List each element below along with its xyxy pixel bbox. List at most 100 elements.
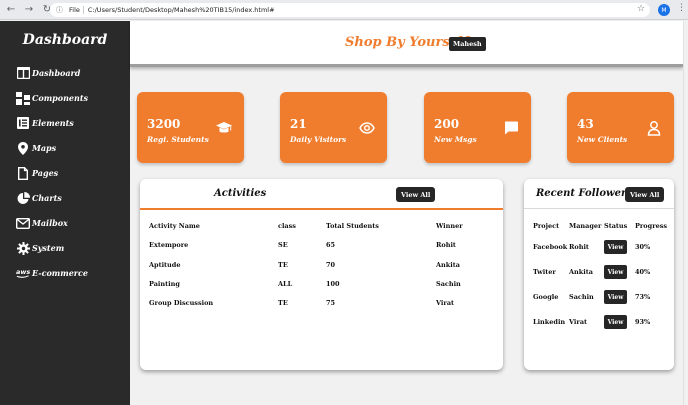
follower-progress: 40% bbox=[635, 268, 651, 276]
components-icon bbox=[16, 91, 30, 105]
follower-project: Twiter bbox=[533, 268, 556, 276]
aws-icon: aws bbox=[16, 266, 30, 280]
sidebar-item-label: Components bbox=[32, 93, 89, 103]
follower-manager: Rohit bbox=[569, 243, 589, 251]
profile-avatar[interactable]: M bbox=[658, 4, 670, 16]
sidebar-item-e-commerce[interactable]: aws E-commerce bbox=[16, 265, 88, 281]
stat-card-clients[interactable]: 43 New Clients bbox=[567, 92, 674, 163]
activity-name: Group Discussion bbox=[149, 299, 214, 307]
activity-name: Painting bbox=[149, 280, 180, 288]
follower-project: Facebook bbox=[533, 243, 568, 251]
sidebar-item-dashboard[interactable]: Dashboard bbox=[16, 65, 80, 81]
column-header: class bbox=[278, 222, 296, 230]
activities-divider bbox=[140, 208, 503, 210]
status-view-button[interactable]: View bbox=[604, 315, 627, 329]
followers-divider bbox=[524, 208, 674, 209]
stat-label: Regi. Students bbox=[147, 135, 209, 144]
elements-icon bbox=[16, 116, 30, 130]
browser-menu-icon[interactable]: ⋮ bbox=[677, 3, 686, 13]
gear-icon bbox=[16, 241, 30, 255]
sidebar-title: Dashboard bbox=[22, 32, 108, 48]
stat-label: New Msgs bbox=[434, 135, 477, 144]
stat-card-messages[interactable]: 200 New Msgs bbox=[424, 92, 531, 163]
map-pin-icon bbox=[16, 141, 30, 155]
activity-name: Aptitude bbox=[149, 261, 181, 269]
graduation-cap-icon bbox=[216, 122, 232, 133]
activity-class: TE bbox=[278, 261, 288, 269]
stat-label: New Clients bbox=[577, 135, 628, 144]
activity-students: 65 bbox=[326, 241, 336, 249]
column-header: Status bbox=[604, 222, 628, 230]
user-badge[interactable]: Mahesh bbox=[449, 37, 486, 51]
bookmark-star-icon[interactable]: ☆ bbox=[637, 4, 645, 14]
sidebar-item-label: E-commerce bbox=[32, 268, 88, 278]
activities-title: Activities bbox=[214, 188, 267, 199]
sidebar-item-label: System bbox=[32, 243, 65, 253]
sidebar-item-system[interactable]: System bbox=[16, 240, 64, 256]
svg-text:aws: aws bbox=[16, 268, 30, 276]
stat-value: 21 bbox=[290, 117, 307, 131]
activity-winner: Ankita bbox=[436, 261, 460, 269]
activity-students: 100 bbox=[326, 280, 340, 288]
follower-project: Google bbox=[533, 293, 559, 301]
column-header: Activity Name bbox=[149, 222, 200, 230]
activity-students: 70 bbox=[326, 261, 336, 269]
activity-name: Extempore bbox=[149, 241, 189, 249]
activities-view-all-button[interactable]: View All bbox=[396, 187, 436, 202]
address-bar[interactable]: ⓘ File C:/Users/Student/Desktop/Mahesh%2… bbox=[50, 3, 650, 17]
column-header: Winner bbox=[436, 222, 463, 230]
sidebar-item-label: Mailbox bbox=[32, 218, 68, 228]
status-view-button[interactable]: View bbox=[604, 290, 627, 304]
sidebar-item-label: Charts bbox=[32, 193, 62, 203]
stat-label: Daily Visitors bbox=[290, 135, 347, 144]
user-icon bbox=[647, 121, 661, 136]
sidebar-item-components[interactable]: Components bbox=[16, 90, 88, 106]
url-text[interactable]: C:/Users/Student/Desktop/Mahesh%20TIB15/… bbox=[88, 6, 275, 14]
stat-card-visitors[interactable]: 21 Daily Visitors bbox=[280, 92, 387, 163]
follower-progress: 30% bbox=[635, 243, 651, 251]
info-icon[interactable]: ⓘ bbox=[56, 5, 63, 15]
follower-progress: 93% bbox=[635, 318, 651, 326]
page-scrollbar[interactable] bbox=[683, 21, 688, 405]
mailbox-icon bbox=[16, 216, 30, 230]
follower-project: Linkedin bbox=[533, 318, 566, 326]
pie-chart-icon bbox=[16, 191, 30, 205]
pages-icon bbox=[16, 166, 30, 180]
activity-winner: Rohit bbox=[436, 241, 456, 249]
followers-title: Recent Followers bbox=[536, 188, 632, 199]
activity-class: ALL bbox=[278, 280, 293, 288]
file-label: File bbox=[66, 6, 84, 14]
column-header: Manager bbox=[569, 222, 602, 230]
sidebar: Dashboard Dashboard Components Elements … bbox=[0, 21, 130, 405]
followers-panel: Recent Followers View All Project Manage… bbox=[524, 179, 674, 370]
columns-icon bbox=[16, 66, 30, 80]
message-icon bbox=[505, 121, 518, 135]
sidebar-item-label: Dashboard bbox=[32, 68, 81, 78]
back-icon[interactable]: ← bbox=[4, 3, 18, 17]
sidebar-item-charts[interactable]: Charts bbox=[16, 190, 62, 206]
top-header: Shop By Yourself Mahesh bbox=[130, 21, 683, 67]
column-header: Project bbox=[533, 222, 560, 230]
followers-view-all-button[interactable]: View All bbox=[625, 187, 665, 202]
browser-toolbar: ← → ↻ ⓘ File C:/Users/Student/Desktop/Ma… bbox=[0, 0, 688, 20]
stat-value: 200 bbox=[434, 117, 460, 131]
column-header: Progress bbox=[635, 222, 668, 230]
sidebar-item-mailbox[interactable]: Mailbox bbox=[16, 215, 68, 231]
activities-panel: Activities View All Activity Name class … bbox=[140, 179, 503, 370]
sidebar-item-maps[interactable]: Maps bbox=[16, 140, 56, 156]
sidebar-item-elements[interactable]: Elements bbox=[16, 115, 74, 131]
sidebar-item-pages[interactable]: Pages bbox=[16, 165, 58, 181]
activity-class: TE bbox=[278, 299, 288, 307]
sidebar-item-label: Maps bbox=[32, 143, 57, 153]
activity-winner: Sachin bbox=[436, 280, 461, 288]
stat-value: 3200 bbox=[147, 117, 181, 131]
activity-class: SE bbox=[278, 241, 288, 249]
sidebar-item-label: Pages bbox=[32, 168, 59, 178]
stat-card-students[interactable]: 3200 Regi. Students bbox=[137, 92, 244, 163]
status-view-button[interactable]: View bbox=[604, 265, 627, 279]
forward-icon[interactable]: → bbox=[22, 3, 36, 17]
status-view-button[interactable]: View bbox=[604, 240, 627, 254]
activity-students: 75 bbox=[326, 299, 336, 307]
column-header: Total Students bbox=[326, 222, 379, 230]
follower-progress: 73% bbox=[635, 293, 651, 301]
